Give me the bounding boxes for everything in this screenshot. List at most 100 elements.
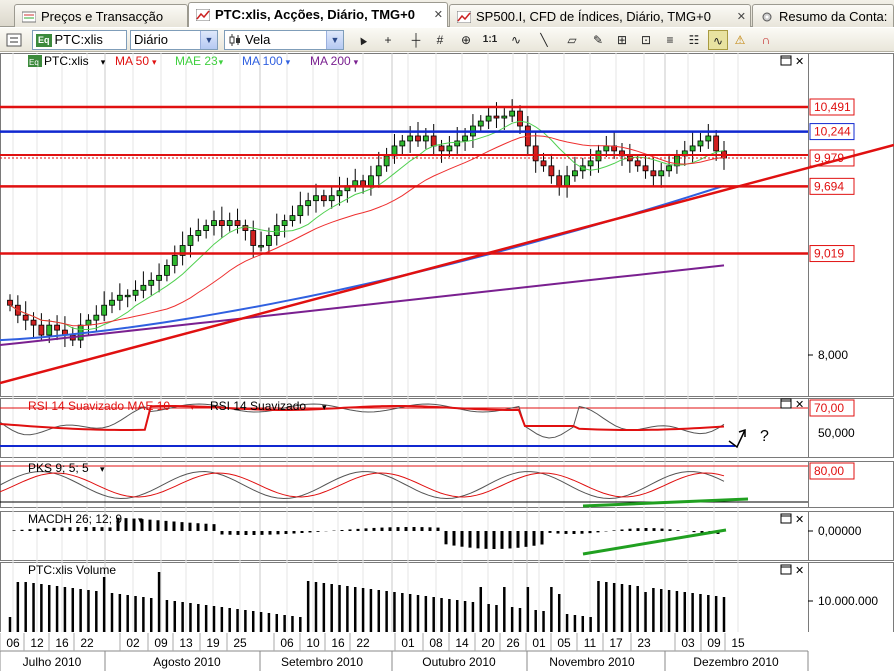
- chevron-down-icon[interactable]: ▾: [152, 57, 157, 67]
- candle-body: [689, 145, 696, 152]
- candle-body: [250, 230, 257, 246]
- x-axis-day-label: 06: [280, 636, 294, 650]
- candle-body: [140, 284, 147, 291]
- candle-body: [258, 245, 264, 248]
- x-axis-day-label: 01: [532, 636, 546, 650]
- candle-body: [540, 160, 547, 167]
- x-axis-day-label: 01: [401, 636, 415, 650]
- candle-body: [368, 175, 374, 187]
- volume-title[interactable]: PTC:xlis Volume: [28, 563, 116, 577]
- volume-panel[interactable]: [0, 562, 809, 633]
- candle-body: [438, 145, 445, 152]
- rsi-subtitle[interactable]: RSI 14 Suavizado: [210, 399, 306, 413]
- x-axis-day-label: 25: [233, 636, 247, 650]
- price-panel[interactable]: [0, 53, 809, 397]
- pks-title[interactable]: PKS 9; 5; 5: [28, 461, 89, 475]
- x-axis-month-label: Julho 2010: [23, 655, 82, 669]
- candle-body: [289, 215, 296, 221]
- candle-body: [164, 264, 170, 276]
- chevron-down-icon[interactable]: ▾: [138, 515, 143, 525]
- x-axis-day-label: 15: [731, 636, 745, 650]
- price-axis-label: 8,000: [818, 348, 848, 362]
- candle-body: [203, 225, 210, 231]
- close-icon[interactable]: ✕: [795, 565, 804, 577]
- maximize-icon[interactable]: [780, 564, 792, 575]
- candle-body: [171, 255, 178, 266]
- x-axis-month-label: Outubro 2010: [422, 655, 496, 669]
- rsi-title[interactable]: RSI 14 Suavizado MAE 10: [28, 399, 170, 413]
- candle-body: [297, 205, 304, 217]
- tab-ptc-chart[interactable]: PTC:xlis, Acções, Diário, TMG+0 ✕: [188, 2, 448, 27]
- x-axis-day-label: 20: [481, 636, 495, 650]
- candle-body: [116, 294, 123, 301]
- candle-body: [38, 324, 45, 336]
- close-icon[interactable]: ✕: [795, 56, 804, 68]
- chevron-down-icon[interactable]: ▾: [190, 402, 195, 412]
- candle-body: [211, 220, 217, 226]
- candle-body: [54, 324, 60, 331]
- candle-body: [642, 165, 649, 172]
- chevron-down-icon[interactable]: ▾: [101, 57, 106, 67]
- chevron-down-icon[interactable]: ▾: [322, 402, 327, 412]
- close-icon[interactable]: ✕: [434, 8, 443, 21]
- x-axis-day-label: 22: [356, 636, 370, 650]
- x-axis-day-label: 22: [80, 636, 94, 650]
- candle-body: [462, 135, 468, 142]
- x-axis-day-label: 16: [331, 636, 345, 650]
- macd-title[interactable]: MACDH 26; 12; 9: [28, 512, 122, 526]
- x-axis-day-label: 10: [306, 636, 320, 650]
- close-icon[interactable]: ✕: [795, 399, 804, 411]
- close-icon[interactable]: ✕: [795, 514, 804, 526]
- legend-item-ma-100[interactable]: MA 100: [242, 54, 283, 68]
- candle-body: [85, 319, 92, 326]
- legend-item-ptc-xlis[interactable]: PTC:xlis: [44, 54, 89, 68]
- candle-body: [572, 170, 578, 177]
- candle-body: [556, 175, 563, 187]
- x-axis-day-label: 16: [55, 636, 69, 650]
- rsi-question-annotation: ?: [760, 428, 769, 445]
- candle-body: [493, 115, 500, 119]
- chevron-down-icon[interactable]: ▾: [219, 57, 224, 67]
- x-axis-day-label: 02: [126, 636, 140, 650]
- candle-body: [658, 170, 665, 177]
- x-axis-day-label: 09: [707, 636, 721, 650]
- maximize-icon[interactable]: [780, 398, 792, 409]
- candle-body: [634, 160, 641, 167]
- candle-body: [266, 235, 272, 246]
- chart-icon: [196, 9, 210, 21]
- chevron-down-icon[interactable]: ▾: [354, 57, 359, 67]
- tab-label: PTC:xlis, Acções, Diário, TMG+0: [215, 7, 415, 22]
- candle-body: [273, 225, 280, 236]
- x-axis-month-label: Novembro 2010: [549, 655, 635, 669]
- candle-body: [603, 145, 610, 152]
- candle-body: [328, 195, 335, 202]
- candle-body: [650, 170, 657, 177]
- chart-canvas[interactable]: 10,49110,2449,9799,6949,0198,000Eq PTC:xl…: [0, 0, 894, 671]
- candle-body: [93, 314, 100, 321]
- candle-body: [705, 135, 712, 142]
- legend-item-mae-23[interactable]: MAE 23: [175, 54, 218, 68]
- rsi-level-label: 70,00: [814, 401, 844, 415]
- volume-axis-label: 10.000.000: [818, 594, 878, 608]
- x-axis-day-label: 05: [557, 636, 571, 650]
- candle-body: [234, 220, 241, 226]
- chevron-down-icon[interactable]: ▾: [100, 464, 105, 474]
- x-axis-day-label: 26: [506, 636, 520, 650]
- legend-item-ma-200[interactable]: MA 200: [310, 54, 351, 68]
- price-level-label: 9,019: [814, 247, 844, 261]
- maximize-icon[interactable]: [780, 513, 792, 524]
- candle-body: [360, 180, 366, 187]
- candle-body: [156, 274, 162, 281]
- chevron-down-icon[interactable]: ▾: [286, 57, 291, 67]
- x-axis-month-label: Dezembro 2010: [693, 655, 779, 669]
- candle-body: [132, 289, 139, 296]
- x-axis-day-label: 23: [637, 636, 651, 650]
- maximize-icon[interactable]: [780, 55, 792, 66]
- price-level-label: 10,491: [814, 100, 851, 114]
- pks-level-label: 80,00: [814, 464, 844, 478]
- x-axis-day-label: 06: [6, 636, 20, 650]
- candle-body: [109, 299, 115, 306]
- candle-body: [713, 135, 720, 152]
- legend-item-ma-50[interactable]: MA 50: [115, 54, 149, 68]
- candle-body: [399, 140, 406, 147]
